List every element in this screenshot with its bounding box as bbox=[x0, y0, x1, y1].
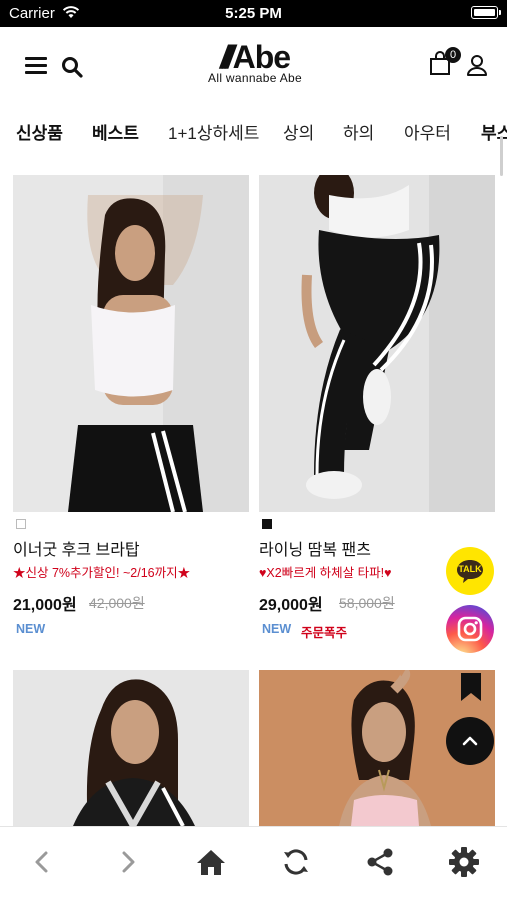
cart-count-badge: 0 bbox=[445, 47, 461, 63]
tab-tops[interactable]: 상의 bbox=[283, 119, 314, 144]
search-icon[interactable] bbox=[60, 55, 84, 79]
chevron-up-icon bbox=[462, 736, 478, 746]
logo-tagline: All wannabe Abe bbox=[208, 71, 302, 85]
category-tabs: 신상품 베스트 1+1상하세트 상의 하의 아우터 부스 bbox=[0, 105, 507, 155]
share-icon[interactable] bbox=[363, 845, 397, 879]
new-badge: NEW bbox=[16, 622, 46, 636]
instagram-icon bbox=[457, 616, 483, 642]
bookmark-icon[interactable] bbox=[460, 672, 482, 702]
tab-more[interactable]: 부스 bbox=[481, 119, 507, 144]
back-icon[interactable] bbox=[26, 845, 60, 879]
product-price: 29,000원 bbox=[259, 597, 323, 614]
status-bar: Carrier 5:25 PM bbox=[0, 0, 507, 27]
tab-1plus1-sets[interactable]: 1+1상하세트 bbox=[168, 119, 259, 144]
product-image[interactable] bbox=[13, 670, 249, 826]
instagram-button[interactable] bbox=[446, 605, 494, 653]
product-promo: ♥X2빠르게 하체살 타파!♥ bbox=[259, 566, 392, 580]
settings-icon[interactable] bbox=[447, 845, 481, 879]
home-icon[interactable] bbox=[194, 845, 228, 879]
logo-slashes: /// bbox=[219, 39, 234, 75]
tab-bottoms[interactable]: 하의 bbox=[343, 119, 374, 144]
color-swatch-white[interactable] bbox=[16, 519, 26, 529]
scroll-to-top-button[interactable] bbox=[446, 717, 494, 765]
forward-icon[interactable] bbox=[110, 845, 144, 879]
tab-outerwear[interactable]: 아우터 bbox=[404, 119, 451, 144]
product-image[interactable] bbox=[259, 175, 495, 512]
tab-new-arrivals[interactable]: 신상품 bbox=[16, 119, 63, 144]
menu-icon[interactable] bbox=[25, 57, 47, 75]
product-original-price: 58,000원 bbox=[339, 595, 395, 611]
app-header: ///Abe All wannabe Abe 0 bbox=[0, 27, 507, 105]
user-icon[interactable] bbox=[465, 53, 489, 77]
product-name[interactable]: 이너굿 후크 브라탑 bbox=[13, 536, 140, 560]
product-price: 21,000원 bbox=[13, 597, 77, 614]
kakao-talk-button[interactable]: TALK bbox=[446, 547, 494, 595]
scrollbar[interactable] bbox=[500, 136, 503, 176]
color-swatch-black[interactable] bbox=[262, 519, 272, 529]
product-promo: ★신상 7%추가할인! ~2/16까지★ bbox=[13, 566, 191, 580]
product-original-price: 42,000원 bbox=[89, 595, 145, 611]
talk-label: TALK bbox=[458, 564, 482, 574]
logo-text: Abe bbox=[232, 39, 291, 75]
new-badge: NEW bbox=[262, 622, 292, 636]
product-image[interactable] bbox=[13, 175, 249, 512]
refresh-icon[interactable] bbox=[279, 845, 313, 879]
clock: 5:25 PM bbox=[225, 5, 282, 22]
tab-best[interactable]: 베스트 bbox=[92, 119, 139, 144]
brand-logo[interactable]: ///Abe All wannabe Abe bbox=[190, 41, 320, 89]
bottom-toolbar bbox=[0, 826, 507, 901]
best-seller-badge: 주문폭주 bbox=[301, 626, 348, 640]
battery-icon bbox=[471, 6, 501, 19]
product-name[interactable]: 라이닝 땀복 팬츠 bbox=[259, 536, 371, 560]
